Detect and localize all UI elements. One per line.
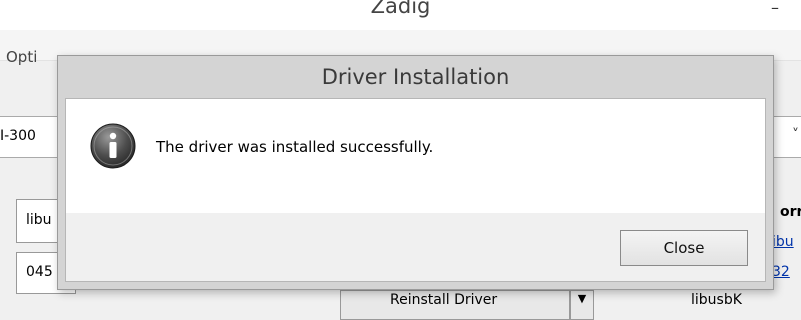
menu-options[interactable]: Opti bbox=[6, 48, 37, 66]
usb-id-field-value: 045 bbox=[26, 264, 53, 280]
minimize-button[interactable]: – bbox=[771, 0, 779, 16]
chevron-down-icon[interactable]: ˅ bbox=[792, 127, 799, 143]
driver-installation-dialog: Driver Installation The driver was insta… bbox=[57, 55, 774, 290]
dialog-content: The driver was installed successfully. C… bbox=[65, 98, 766, 282]
device-select-value: I-300 bbox=[0, 128, 36, 144]
dialog-message: The driver was installed successfully. bbox=[156, 138, 434, 156]
info-panel-heading: orr bbox=[780, 204, 801, 220]
reinstall-driver-label: Reinstall Driver bbox=[390, 292, 498, 308]
close-button[interactable]: Close bbox=[620, 230, 748, 266]
background-window-title: Zadig bbox=[370, 0, 431, 18]
info-icon bbox=[90, 123, 136, 169]
dialog-title: Driver Installation bbox=[321, 65, 510, 89]
dialog-message-area: The driver was installed successfully. bbox=[66, 99, 765, 213]
reinstall-dropdown-arrow[interactable]: ▼ bbox=[570, 290, 594, 320]
driver-field-value: libu bbox=[26, 212, 52, 228]
target-driver-label: libusbK bbox=[691, 292, 742, 308]
info-link-libusb[interactable]: ibu bbox=[772, 234, 794, 250]
info-link-32[interactable]: 32 bbox=[772, 264, 790, 280]
